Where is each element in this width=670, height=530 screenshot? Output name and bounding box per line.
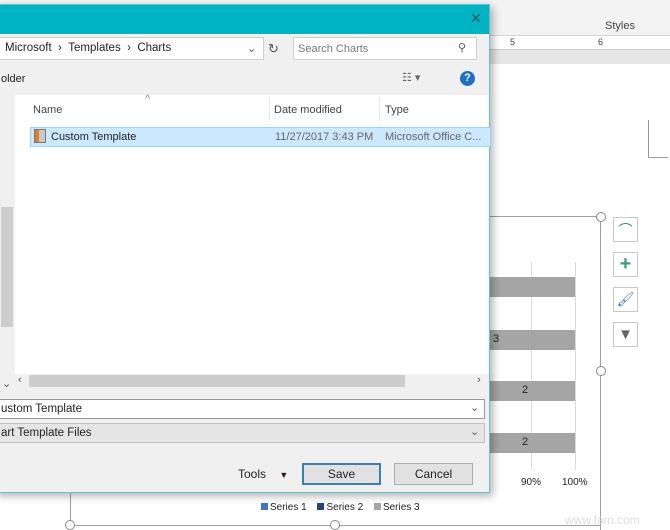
bar[interactable]: 3 [490, 330, 575, 350]
legend-swatch-icon [373, 503, 381, 510]
styles-group-label: Styles [605, 20, 635, 32]
legend-entry: Series 1 [261, 502, 307, 513]
search-placeholder: Search Charts [298, 43, 369, 55]
file-type-value: art Template Files [1, 427, 92, 439]
chart-legend[interactable]: Series 1 Series 2 Series 3 [261, 502, 420, 513]
chevron-down-icon[interactable]: ⌄ [247, 42, 256, 55]
cancel-button[interactable]: Cancel [394, 463, 473, 485]
layout-options-button[interactable]: ⌒ [613, 217, 638, 242]
column-divider[interactable] [269, 97, 270, 121]
breadcrumb-microsoft[interactable]: Microsoft [5, 42, 52, 54]
resize-handle[interactable] [596, 212, 606, 222]
bar[interactable]: 2 [490, 381, 575, 401]
refresh-icon[interactable]: ↻ [268, 41, 279, 57]
search-icon: ⚲ [458, 42, 467, 54]
bar-label: 2 [522, 436, 529, 448]
page-corner-mark [648, 120, 668, 158]
brush-icon: 🖌 [616, 291, 635, 307]
legend-entry: Series 3 [373, 502, 420, 513]
legend-swatch-icon [261, 503, 268, 510]
gridline [575, 262, 576, 470]
bar[interactable]: 2 [490, 433, 575, 453]
ruler[interactable]: 5 6 [490, 36, 670, 50]
scroll-left-icon[interactable]: ‹ [18, 374, 22, 386]
chart-frame-top [490, 216, 601, 217]
file-row[interactable]: Custom Template 11/27/2017 3:43 PM Micro… [30, 127, 491, 147]
resize-handle[interactable] [65, 520, 75, 530]
tools-label: Tools [238, 467, 267, 481]
chart-elements-button[interactable]: + [613, 252, 638, 277]
search-input[interactable]: Search Charts ⚲ [293, 37, 477, 60]
scrollbar-thumb[interactable] [29, 375, 405, 387]
chevron-down-icon[interactable]: ⌄ [470, 425, 479, 438]
file-list: ^ Name Date modified Type Custom Templat… [15, 93, 491, 378]
layout-options-icon: ⌒ [618, 221, 633, 238]
bar-label: 3 [493, 333, 500, 345]
axis-tick-label: 100% [562, 477, 588, 488]
column-header-name[interactable]: Name [33, 104, 62, 116]
ruler-mark: 5 [510, 37, 516, 47]
ruler-mark: 6 [598, 37, 604, 47]
bar[interactable] [490, 277, 575, 297]
scroll-right-icon[interactable]: › [477, 374, 481, 386]
nav-pane-scrollbar[interactable] [1, 95, 13, 377]
file-type-select[interactable]: art Template Files ⌄ [0, 423, 485, 443]
filter-icon: ▼ [618, 326, 633, 343]
file-name-value: ustom Template [1, 403, 82, 415]
legend-swatch-icon [317, 503, 325, 510]
scrollbar-thumb[interactable] [1, 207, 13, 327]
file-date: 11/27/2017 3:43 PM [275, 131, 374, 143]
resize-handle[interactable] [596, 366, 606, 376]
sort-arrow-icon: ^ [145, 93, 151, 105]
chart-styles-button[interactable]: 🖌 [613, 287, 638, 312]
breadcrumb: Microsoft › Templates › Charts [5, 42, 172, 54]
horizontal-scrollbar[interactable]: ‹ › [15, 374, 489, 388]
close-button[interactable]: ✕ [470, 10, 482, 27]
scroll-down-icon[interactable]: ⌄ [2, 377, 11, 390]
help-icon[interactable]: ? [460, 71, 475, 86]
axis-tick-label: 90% [521, 477, 542, 488]
new-folder-button[interactable]: older [1, 73, 25, 85]
view-options-icon[interactable]: ☷ ▾ [402, 71, 420, 84]
bar-label: 2 [522, 384, 529, 396]
column-divider[interactable] [379, 97, 380, 121]
legend-label: Series 3 [382, 502, 420, 513]
column-header-type[interactable]: Type [385, 104, 409, 116]
legend-entry: Series 2 [317, 502, 363, 513]
file-name-input[interactable]: ustom Template ⌄ [0, 399, 485, 419]
chart-template-file-icon [34, 129, 46, 143]
file-name: Custom Template [51, 131, 137, 143]
file-type: Microsoft Office C... [385, 131, 482, 143]
legend-label: Series 2 [326, 502, 364, 513]
chart-filters-button[interactable]: ▼ [613, 322, 638, 347]
legend-label: Series 1 [270, 502, 307, 513]
dialog-titlebar[interactable]: ✕ [0, 5, 489, 34]
breadcrumb-templates[interactable]: Templates [68, 42, 120, 54]
tools-menu[interactable]: Tools ▼ [238, 467, 288, 481]
breadcrumb-charts[interactable]: Charts [137, 42, 171, 54]
chevron-down-icon[interactable]: ⌄ [470, 401, 479, 414]
save-chart-template-dialog: ✕ Microsoft › Templates › Charts ⌄ ↻ Sea… [0, 4, 491, 493]
save-button[interactable]: Save [302, 463, 381, 485]
address-bar[interactable]: Microsoft › Templates › Charts ⌄ [0, 37, 264, 60]
plus-icon: + [619, 253, 632, 275]
caret-down-icon: ▼ [279, 470, 289, 480]
watermark: www.fam.com [565, 513, 640, 527]
resize-handle[interactable] [330, 520, 340, 530]
document-margin [490, 50, 670, 64]
column-header-date[interactable]: Date modified [274, 104, 342, 116]
